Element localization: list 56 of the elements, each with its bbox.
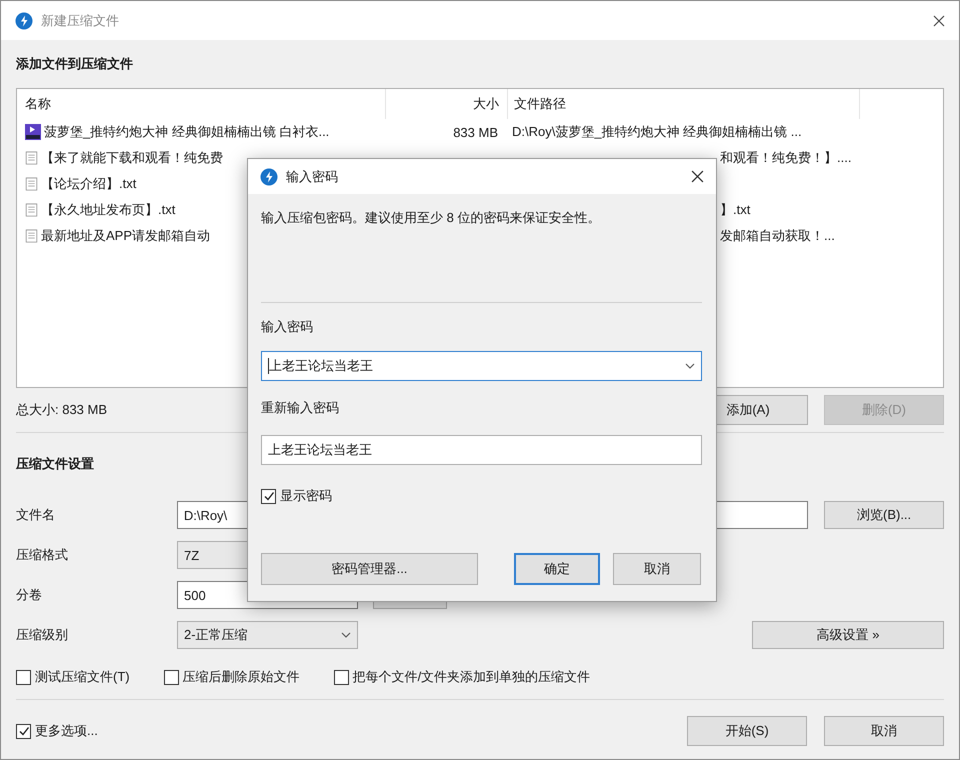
advanced-settings-button[interactable]: 高级设置 » [752,621,944,649]
window-title: 新建压缩文件 [41,12,120,30]
dialog-title: 输入密码 [286,168,339,186]
browse-button[interactable]: 浏览(B)... [824,501,944,529]
checkbox-label: 更多选项... [35,722,98,740]
video-file-icon [25,124,41,140]
checkbox[interactable] [16,724,31,738]
document-icon [25,176,38,192]
checkbox-label: 把每个文件/文件夹添加到单独的压缩文件 [352,668,590,686]
checkbox-label: 测试压缩文件(T) [35,668,130,686]
file-name: 【来了就能下载和观看！纯免费 [41,149,223,167]
column-header[interactable]: 大小 [386,89,508,119]
file-path: 】.txt [720,202,750,217]
field-label: 压缩级别 [16,626,69,644]
level-dropdown[interactable]: 2-正常压缩 [177,621,358,649]
column-header[interactable]: 名称 [17,89,386,119]
document-icon [25,150,38,166]
file-name: 最新地址及APP请发邮箱自动 [41,227,210,245]
field-label: 文件名 [16,506,56,524]
checkbox-label: 显示密码 [280,487,332,505]
document-icon [25,202,38,218]
file-path: 和观看！纯免费！】.... [720,150,852,165]
checkbox[interactable] [334,670,349,684]
checkbox-label: 压缩后删除原始文件 [182,668,300,686]
column-header[interactable]: 文件路径 [508,89,860,119]
field-label: 分卷 [16,586,43,604]
file-size: 833 MB [453,124,498,140]
dialog-button[interactable]: 取消 [824,716,944,746]
description-text: 输入压缩包密码。建议使用至少 8 位的密码来保证安全性。 [261,209,602,227]
app-icon [15,12,33,30]
section-title: 压缩文件设置 [16,455,94,473]
field-label: 压缩格式 [16,546,69,564]
close-icon[interactable] [933,14,945,26]
field-label: 重新输入密码 [261,399,339,417]
field-label: 输入密码 [261,318,313,336]
chevron-down-icon [685,363,695,369]
file-path: 发邮箱自动获取！... [720,228,835,243]
checkbox[interactable] [16,670,31,684]
chevron-down-icon [341,632,351,638]
file-name: 菠萝堡_推特约炮大神 经典御姐楠楠出镜 白衬衣... [44,123,330,141]
dialog-button[interactable]: 取消 [613,553,701,585]
password-combo-field[interactable]: 上老王论坛当老王 [261,351,702,381]
section-title: 添加文件到压缩文件 [16,55,133,73]
password-field[interactable]: 上老王论坛当老王 [261,435,702,465]
dialog-button[interactable]: 确定 [514,553,600,585]
file-path: D:\Roy\菠萝堡_推特约炮大神 经典御姐楠楠出镜 ... [512,124,802,139]
file-name: 【永久地址发布页】.txt [41,201,176,219]
document-icon [25,228,38,244]
app-icon [260,168,278,186]
total-size: 总大小: 833 MB [16,401,108,419]
file-name: 【论坛介绍】.txt [41,175,136,193]
checkbox[interactable] [261,488,276,504]
dialog-button[interactable]: 密码管理器... [261,553,478,585]
close-icon[interactable] [691,170,704,183]
checkbox[interactable] [164,670,179,684]
dialog-button[interactable]: 开始(S) [687,716,807,746]
